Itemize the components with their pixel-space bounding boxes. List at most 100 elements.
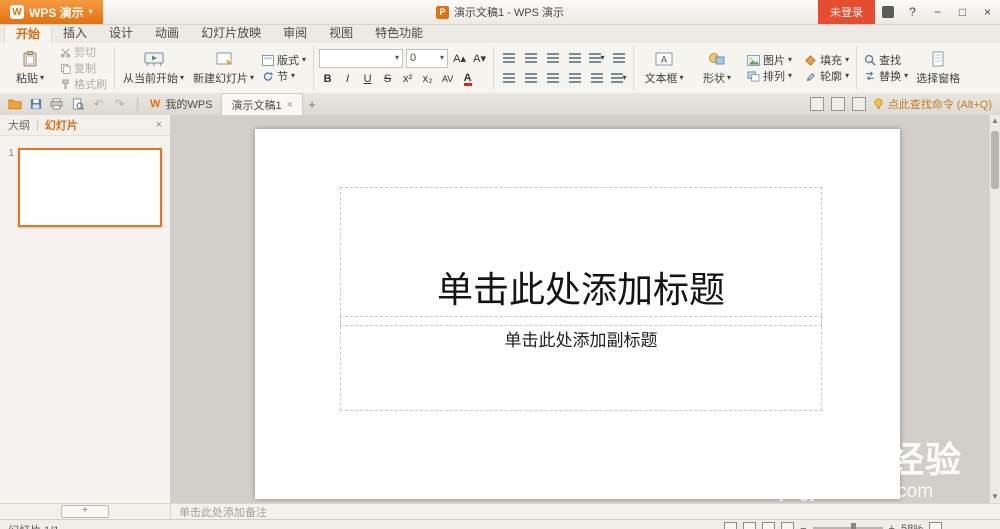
scrollbar-thumb[interactable] (991, 131, 999, 189)
cut-button[interactable]: 剪切 (58, 45, 109, 60)
minimize-button[interactable]: − (925, 0, 950, 24)
distribute-text-icon[interactable] (587, 70, 606, 87)
notes-bar[interactable]: 单击此处添加备注 (171, 503, 1000, 519)
ribbon-tab-slideshow[interactable]: 幻灯片放映 (190, 24, 272, 43)
subtitle-placeholder[interactable]: 单击此处添加副标题 (340, 316, 822, 411)
fit-slide-icon[interactable] (929, 522, 942, 529)
shapes-button[interactable]: 形状 ▾ (692, 45, 742, 91)
print-preview-icon[interactable] (69, 96, 86, 113)
increase-indent-icon[interactable] (565, 50, 584, 67)
help-icon[interactable]: ? (900, 0, 925, 24)
line-spacing-icon[interactable]: ▾ (587, 50, 606, 67)
maximize-button[interactable]: □ (950, 0, 975, 24)
fill-button[interactable]: 填充 ▾ (802, 53, 851, 68)
slideshow-view-icon[interactable] (781, 522, 795, 529)
character-spacing-button[interactable]: AV (439, 71, 456, 88)
font-color-button[interactable]: A (459, 71, 476, 88)
scroll-down-icon[interactable]: ▼ (990, 491, 1000, 503)
ribbon-tab-home[interactable]: 开始 (4, 24, 53, 43)
reading-view-icon[interactable] (762, 522, 776, 529)
tab-tools-icon[interactable] (809, 97, 824, 111)
layout-button[interactable]: 版式 ▾ (260, 53, 308, 68)
new-tab-button[interactable]: + (303, 95, 321, 113)
copy-button[interactable]: 复制 (58, 61, 109, 76)
baidu-paw-icon (863, 446, 881, 465)
find-button[interactable]: 查找 (862, 53, 910, 68)
numbering-icon[interactable] (521, 50, 540, 67)
italic-button[interactable]: I (339, 71, 356, 88)
superscript-button[interactable]: x² (399, 71, 416, 88)
tab-outline[interactable]: 大纲 (8, 117, 30, 133)
tab-slides[interactable]: 幻灯片 (45, 117, 78, 133)
title-placeholder[interactable]: 单击此处添加标题 (340, 187, 822, 326)
ribbon-tab-special-features[interactable]: 特色功能 (364, 24, 434, 43)
wps-menu-button[interactable]: W WPS 演示 ▾ (0, 0, 103, 24)
text-direction-icon[interactable] (609, 50, 628, 67)
align-right-icon[interactable] (543, 70, 562, 87)
subscript-button[interactable]: x₂ (419, 71, 436, 88)
close-button[interactable]: × (975, 0, 1000, 24)
align-center-icon[interactable] (521, 70, 540, 87)
format-painter-button[interactable]: 格式刷 (58, 77, 109, 92)
outline-button[interactable]: 轮廓 ▾ (802, 69, 851, 84)
decrease-indent-icon[interactable] (543, 50, 562, 67)
close-panel-icon[interactable]: × (156, 119, 162, 131)
scroll-up-icon[interactable]: ▲ (990, 115, 1000, 127)
slide-thumbnail[interactable] (18, 148, 162, 227)
font-size-select[interactable]: 0 ▾ (406, 48, 449, 68)
outline-label: 轮廓 (820, 71, 843, 83)
font-size-value: 0 (410, 52, 417, 64)
ribbon-tab-insert[interactable]: 插入 (52, 24, 98, 43)
save-icon[interactable] (27, 96, 44, 113)
tab-document-1[interactable]: 演示文稿1 × (221, 93, 304, 115)
bullets-icon[interactable] (499, 50, 518, 67)
zoom-slider-knob[interactable] (850, 523, 856, 529)
print-icon[interactable] (48, 96, 65, 113)
ribbon-tab-design[interactable]: 设计 (98, 24, 144, 43)
new-slide-button[interactable]: 新建幻灯片 ▾ (190, 45, 257, 91)
align-left-icon[interactable] (499, 70, 518, 87)
slide-thumbnail-list: 1 (0, 136, 170, 227)
selection-pane-button[interactable]: 选择窗格 (913, 45, 963, 91)
section-button[interactable]: 节 ▾ (260, 69, 308, 84)
replace-button[interactable]: 替换 ▾ (862, 69, 910, 84)
increase-font-size-button[interactable]: A▴ (451, 50, 468, 67)
zoom-in-button[interactable]: + (889, 523, 895, 529)
find-command-box[interactable]: 点此查找命令 (Alt+Q) (873, 96, 992, 112)
task-pane-icon[interactable] (830, 97, 845, 111)
decrease-font-size-button[interactable]: A▾ (471, 50, 488, 67)
doc-tab-label: 演示文稿1 (231, 99, 282, 112)
underline-button[interactable]: U (359, 71, 376, 88)
skin-icon[interactable] (875, 0, 900, 24)
ribbon-tab-view[interactable]: 视图 (318, 24, 364, 43)
picture-button[interactable]: 图片 ▾ (745, 53, 794, 68)
textbox-button[interactable]: A 文本框 ▾ (639, 45, 689, 91)
layout-label: 版式 (277, 55, 300, 67)
open-folder-icon[interactable] (6, 96, 23, 113)
login-button[interactable]: 未登录 (818, 0, 875, 24)
columns-icon[interactable]: ▾ (609, 70, 628, 87)
zoom-out-button[interactable]: − (800, 523, 806, 529)
collapse-ribbon-icon[interactable] (851, 97, 866, 111)
font-name-select[interactable]: ▾ (319, 48, 404, 68)
add-slide-button[interactable]: + (61, 505, 109, 518)
close-tab-icon[interactable]: × (287, 99, 293, 111)
paste-button[interactable]: 粘贴 ▾ (5, 45, 55, 91)
normal-view-icon[interactable] (724, 522, 738, 529)
arrange-button[interactable]: 排列 ▾ (745, 69, 794, 84)
subtitle-placeholder-text: 单击此处添加副标题 (504, 331, 658, 350)
justify-icon[interactable] (565, 70, 584, 87)
tab-my-wps[interactable]: W 我的WPS (141, 93, 221, 115)
redo-icon[interactable]: ↷ (111, 96, 128, 113)
find-label: 查找 (879, 55, 902, 67)
strikethrough-button[interactable]: S (379, 71, 396, 88)
ribbon-tab-animation[interactable]: 动画 (144, 24, 190, 43)
slide-sorter-view-icon[interactable] (743, 522, 757, 529)
vertical-scrollbar[interactable]: ▲ ▼ (989, 115, 1000, 503)
chevron-down-icon: ▾ (39, 73, 44, 82)
paste-label: 粘贴 (15, 73, 38, 85)
ribbon-tab-review[interactable]: 审阅 (272, 24, 318, 43)
bold-button[interactable]: B (319, 71, 336, 88)
undo-icon[interactable]: ↶ (90, 96, 107, 113)
play-from-current-button[interactable]: 从当前开始 ▾ (120, 45, 187, 91)
